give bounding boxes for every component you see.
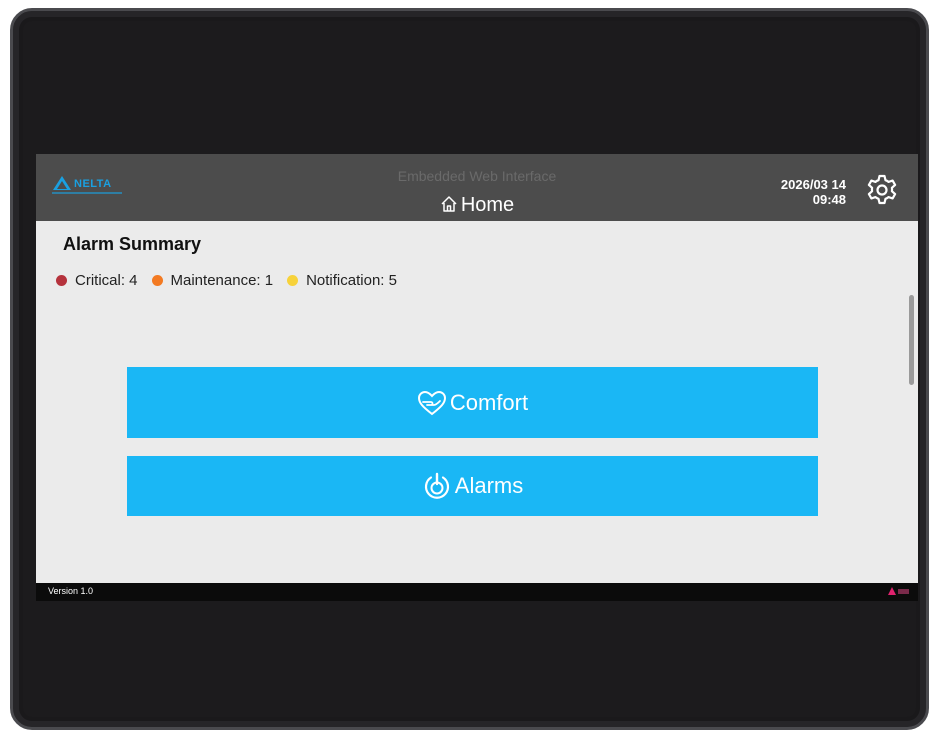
page-title-text: Home (460, 194, 515, 216)
alarm-counts: Critical: 4 Maintenance: 1 Notification:… (56, 272, 411, 289)
home-icon (441, 196, 457, 212)
power-alarm-icon (424, 472, 449, 499)
footer-logo-icon (888, 587, 909, 595)
maintenance-dot-icon (151, 275, 163, 286)
vertical-scrollbar[interactable] (909, 295, 914, 385)
settings-button[interactable] (864, 172, 900, 208)
maintenance-count-label: Maintenance: 1 (170, 272, 274, 289)
gear-icon (867, 174, 897, 205)
alarm-summary-title: Alarm Summary (63, 234, 202, 254)
notification-count: Notification: 5 (287, 272, 397, 289)
version-label: Version 1.0 (48, 586, 94, 596)
maintenance-count: Maintenance: 1 (151, 272, 274, 289)
alarms-button-label: Alarms (454, 473, 524, 498)
critical-dot-icon (56, 275, 67, 286)
notification-dot-icon (287, 275, 299, 286)
date-text: 2026/03 14 (780, 177, 846, 192)
comfort-button[interactable]: Comfort (127, 367, 818, 438)
time-text: 09:48 (812, 192, 846, 207)
header-bar: NELTA Embedded Web Interface Home 2026/0… (36, 154, 918, 221)
alarms-button[interactable]: Alarms (127, 456, 818, 516)
notification-count-label: Notification: 5 (306, 272, 397, 289)
main-content: Alarm Summary Critical: 4 Maintenance: 1… (36, 221, 918, 583)
heart-hand-icon (417, 390, 446, 415)
screen: NELTA Embedded Web Interface Home 2026/0… (36, 154, 918, 601)
datetime-display: 2026/03 14 09:48 (781, 177, 846, 207)
critical-count: Critical: 4 (56, 272, 138, 289)
comfort-button-label: Comfort (449, 389, 529, 415)
critical-count-label: Critical: 4 (75, 272, 138, 289)
footer-bar: Version 1.0 (36, 583, 918, 601)
